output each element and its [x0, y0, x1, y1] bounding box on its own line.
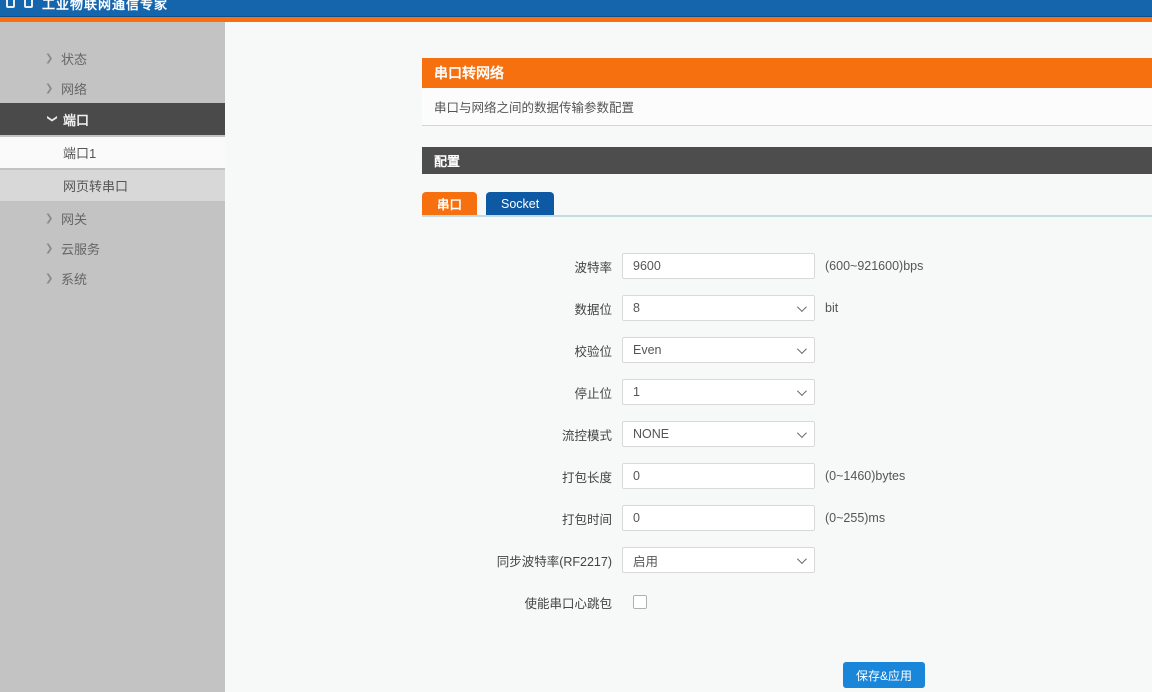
field-hint: (0~1460)bytes	[825, 469, 905, 483]
field-label: 同步波特率(RF2217)	[422, 551, 612, 570]
sidebar-item-cloud[interactable]: ❯ 云服务	[0, 233, 225, 263]
select-value: NONE	[633, 427, 669, 441]
stop-bits-select[interactable]: 1	[622, 379, 815, 405]
top-header-bar: 工业物联网通信专家	[0, 0, 1152, 17]
field-label: 使能串口心跳包	[422, 593, 612, 612]
select-value: 1	[633, 385, 640, 399]
field-label: 数据位	[422, 299, 612, 318]
sidebar-subitem-web-to-serial[interactable]: 网页转串口	[0, 170, 225, 201]
field-label: 校验位	[422, 341, 612, 360]
field-label: 停止位	[422, 383, 612, 402]
select-value: 启用	[633, 551, 658, 570]
page-subtitle: 串口与网络之间的数据传输参数配置	[422, 88, 1152, 126]
heartbeat-checkbox[interactable]	[633, 595, 647, 609]
flow-control-select[interactable]: NONE	[622, 421, 815, 447]
sidebar-item-label: 端口	[63, 110, 89, 129]
chevron-down-icon	[797, 344, 807, 354]
chevron-down-icon	[797, 554, 807, 564]
tab-socket[interactable]: Socket	[486, 192, 554, 215]
field-label: 打包长度	[422, 467, 612, 486]
form-row-data-bits: 数据位 8 bit	[422, 295, 1152, 321]
chevron-down-icon	[797, 428, 807, 438]
baud-rate-input[interactable]	[622, 253, 815, 279]
data-bits-select[interactable]: 8	[622, 295, 815, 321]
parity-select[interactable]: Even	[622, 337, 815, 363]
field-hint: (600~921600)bps	[825, 259, 923, 273]
sidebar-subitem-port1[interactable]: 端口1	[0, 137, 225, 168]
chevron-right-icon: ❯	[45, 213, 61, 224]
field-hint: bit	[825, 301, 838, 315]
chevron-right-icon: ❯	[45, 53, 61, 64]
tab-bar: 串口 Socket	[422, 192, 1152, 217]
form-row-stop-bits: 停止位 1	[422, 379, 1152, 405]
select-value: Even	[633, 343, 662, 357]
sidebar-item-label: 网关	[61, 209, 87, 228]
sidebar-item-network[interactable]: ❯ 网络	[0, 73, 225, 103]
sidebar-item-label: 端口1	[63, 143, 96, 162]
page-title: 串口转网络	[422, 58, 1152, 88]
field-label: 流控模式	[422, 425, 612, 444]
sidebar-item-label: 云服务	[61, 239, 100, 258]
sidebar-item-label: 网页转串口	[63, 176, 128, 195]
field-label: 波特率	[422, 257, 612, 276]
serial-config-form: 波特率 (600~921600)bps 数据位 8 bit 校验位 Even	[422, 253, 1152, 688]
chevron-right-icon: ❯	[45, 273, 61, 284]
save-apply-button[interactable]: 保存&应用	[843, 662, 925, 688]
sidebar-item-label: 系统	[61, 269, 87, 288]
sidebar-item-status[interactable]: ❯ 状态	[0, 43, 225, 73]
select-value: 8	[633, 301, 640, 315]
chevron-down-icon	[797, 386, 807, 396]
field-hint: (0~255)ms	[825, 511, 885, 525]
chevron-right-icon: ❯	[45, 243, 61, 254]
brand-title: 工业物联网通信专家	[42, 0, 168, 13]
section-title: 配置	[422, 147, 1152, 174]
form-row-heartbeat: 使能串口心跳包	[422, 589, 1152, 615]
sidebar: ❯ 状态 ❯ 网络 ❯ 端口 端口1 网页转串口 ❯ 网关 ❯ 云服务 ❯ 系统	[0, 22, 225, 692]
brand-logo-icon	[6, 0, 15, 8]
tab-serial[interactable]: 串口	[422, 192, 477, 215]
sidebar-item-label: 状态	[61, 49, 87, 68]
sync-baud-select[interactable]: 启用	[622, 547, 815, 573]
field-label: 打包时间	[422, 509, 612, 528]
sidebar-item-gateway[interactable]: ❯ 网关	[0, 203, 225, 233]
sidebar-item-port[interactable]: ❯ 端口	[0, 103, 225, 135]
pack-length-input[interactable]	[622, 463, 815, 489]
form-row-flow-control: 流控模式 NONE	[422, 421, 1152, 447]
chevron-down-icon: ❯	[47, 114, 58, 124]
form-row-parity: 校验位 Even	[422, 337, 1152, 363]
brand-logo-icon	[24, 0, 33, 8]
chevron-down-icon	[797, 302, 807, 312]
form-row-baud-rate: 波特率 (600~921600)bps	[422, 253, 1152, 279]
pack-time-input[interactable]	[622, 505, 815, 531]
sidebar-item-system[interactable]: ❯ 系统	[0, 263, 225, 293]
main-area: 串口转网络 串口与网络之间的数据传输参数配置 配置 串口 Socket 波特率 …	[225, 22, 1152, 692]
chevron-right-icon: ❯	[45, 83, 61, 94]
form-row-pack-length: 打包长度 (0~1460)bytes	[422, 463, 1152, 489]
form-row-sync-baud: 同步波特率(RF2217) 启用	[422, 547, 1152, 573]
form-row-pack-time: 打包时间 (0~255)ms	[422, 505, 1152, 531]
sidebar-item-label: 网络	[61, 79, 87, 98]
